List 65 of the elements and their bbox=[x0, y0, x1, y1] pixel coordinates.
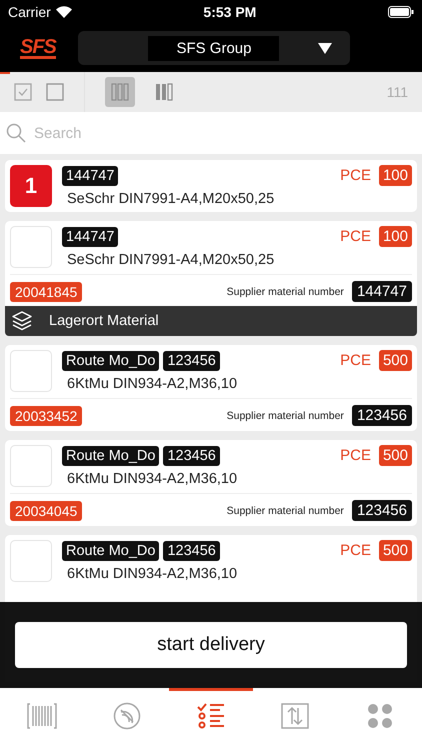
supplier-label: Supplier material number bbox=[226, 286, 344, 298]
select-all-checkbox[interactable] bbox=[14, 83, 32, 101]
item-checkbox[interactable] bbox=[10, 226, 52, 268]
item-tag: Route Mo_Do bbox=[62, 350, 160, 370]
transfer-icon bbox=[281, 702, 310, 728]
layers-icon bbox=[11, 310, 33, 332]
caret-icon bbox=[318, 43, 332, 54]
product-name: SeSchr DIN7991-A4,M20x50,25 bbox=[66, 252, 276, 268]
start-delivery-button[interactable]: start delivery bbox=[15, 622, 407, 668]
product-name: SeSchr DIN7991-A4,M20x50,25 bbox=[66, 191, 276, 207]
item-tag: 123456 bbox=[163, 446, 220, 466]
wifi-icon bbox=[56, 6, 72, 18]
quantity-badge: 100 bbox=[378, 165, 412, 186]
battery-icon bbox=[388, 6, 414, 18]
item-card[interactable]: Route Mo_Do 123456 PCE 500 6KtMu DIN934-A2,M36,10 20033452 Supplier material number 123456 bbox=[5, 345, 417, 431]
item-card[interactable]: Route Mo_Do 123456 PCE 500 6KtMu DIN934-A2,M36,10 20034045 Supplier material number 123456 bbox=[5, 440, 417, 526]
supplier-number: 123456 bbox=[352, 500, 412, 521]
view-mode-button[interactable] bbox=[105, 77, 135, 107]
supplier-label: Supplier material number bbox=[226, 410, 344, 422]
item-checkbox[interactable] bbox=[10, 540, 52, 582]
quantity-badge: 100 bbox=[378, 226, 412, 247]
checklist-icon bbox=[197, 702, 226, 728]
deselect-all-checkbox[interactable] bbox=[46, 83, 64, 101]
unit-label: PCE bbox=[340, 228, 371, 245]
product-name: 6KtMu DIN934-A2,M36,10 bbox=[66, 471, 238, 487]
quantity-badge: 500 bbox=[378, 445, 412, 466]
unit-label: PCE bbox=[340, 447, 371, 464]
item-count: 111 bbox=[386, 84, 408, 100]
quantity-badge: 500 bbox=[378, 540, 412, 561]
barcode-icon bbox=[27, 702, 58, 728]
supplier-number: 123456 bbox=[352, 405, 412, 426]
clock: 5:53 PM bbox=[203, 4, 256, 20]
item-tag: 123456 bbox=[163, 540, 220, 560]
item-checkbox[interactable]: 1 bbox=[10, 165, 52, 207]
search-field[interactable]: Search bbox=[0, 112, 422, 154]
product-name: 6KtMu DIN934-A2,M36,10 bbox=[66, 566, 238, 582]
article-number: 20034045 bbox=[10, 500, 82, 520]
quantity-badge: 500 bbox=[378, 350, 412, 371]
item-tag: 144747 bbox=[62, 166, 118, 186]
item-tag: 144747 bbox=[62, 226, 118, 246]
dial-icon bbox=[112, 702, 141, 730]
item-checkbox[interactable] bbox=[10, 350, 52, 392]
article-number: 20033452 bbox=[10, 406, 82, 426]
logo: SFS bbox=[20, 38, 56, 58]
item-tag: Route Mo_Do bbox=[62, 446, 160, 466]
supplier-number: 144747 bbox=[352, 281, 412, 302]
item-tag: 123456 bbox=[163, 350, 220, 370]
unit-label: PCE bbox=[340, 542, 371, 559]
carrier-label: Carrier bbox=[8, 4, 51, 20]
item-tag: Route Mo_Do bbox=[62, 540, 160, 560]
company-dropdown[interactable]: SFS Group bbox=[78, 31, 350, 65]
unit-label: PCE bbox=[340, 167, 371, 184]
apps-icon bbox=[366, 702, 393, 728]
item-checkbox[interactable] bbox=[10, 445, 52, 487]
unit-label: PCE bbox=[340, 352, 371, 369]
item-card[interactable]: 1 144747 PCE 100 SeSchr DIN7991-A4,M20x50,25 bbox=[5, 160, 417, 212]
search-input[interactable]: Search bbox=[32, 124, 416, 142]
location-label: Lagerort Material bbox=[49, 313, 159, 329]
columns-icon bbox=[111, 83, 129, 101]
search-icon bbox=[6, 123, 26, 143]
supplier-label: Supplier material number bbox=[226, 504, 344, 516]
product-name: 6KtMu DIN934-A2,M36,10 bbox=[66, 376, 238, 392]
article-number: 20041845 bbox=[10, 282, 82, 302]
item-card[interactable]: 144747 PCE 100 SeSchr DIN7991-A4,M20x50,25 20041845 Supplier material number 144747 bbox=[5, 221, 417, 306]
columns-icon bbox=[155, 83, 173, 101]
